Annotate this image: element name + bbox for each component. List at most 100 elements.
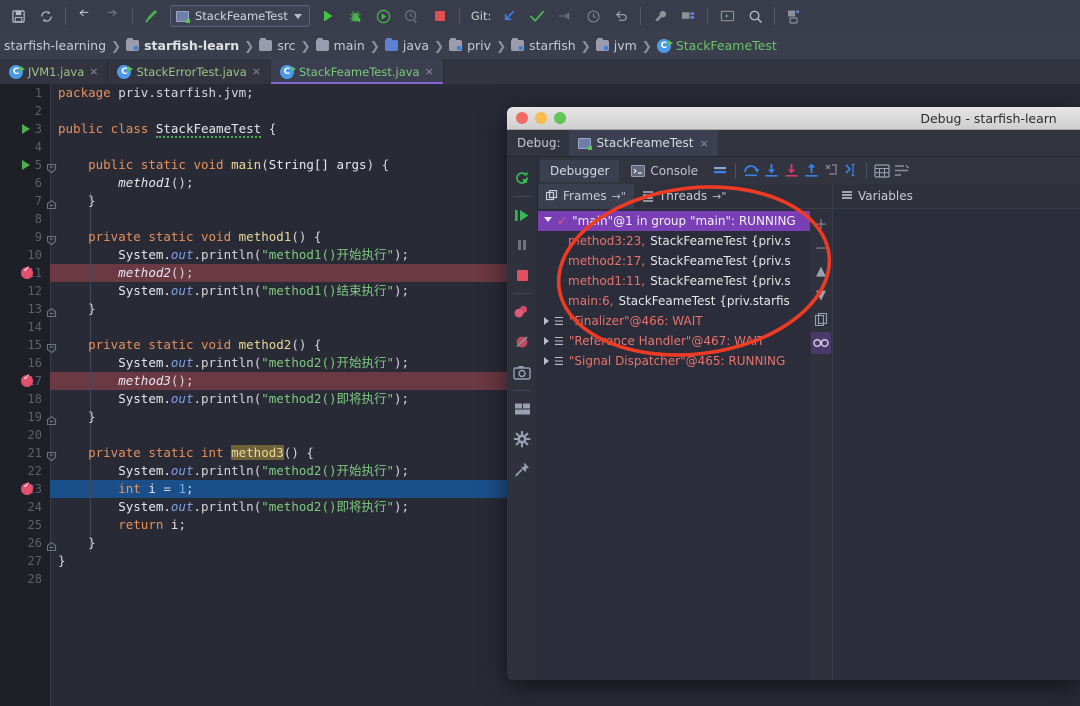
run-method-gutter-icon[interactable] <box>22 160 30 170</box>
fold-marker-icon[interactable] <box>46 231 57 242</box>
chevron-right-icon[interactable] <box>544 317 549 325</box>
tab-debugger[interactable]: Debugger <box>540 160 619 182</box>
close-icon[interactable]: × <box>252 65 261 78</box>
chevron-right-icon[interactable] <box>544 357 549 365</box>
stack-frame-row[interactable]: method1:11, StackFeameTest {priv.s <box>538 271 810 291</box>
breadcrumb-item-main[interactable]: main <box>312 38 369 53</box>
debug-window-titlebar[interactable]: Debug - starfish-learn <box>507 107 1080 130</box>
breadcrumb-item-java[interactable]: java <box>381 38 433 53</box>
sdk-icon[interactable] <box>780 3 808 29</box>
breakpoint-icon-line-23[interactable] <box>21 483 33 495</box>
update-project-icon[interactable] <box>495 3 523 29</box>
drop-frame-icon[interactable] <box>821 160 841 182</box>
run-icon[interactable] <box>314 3 342 29</box>
run-class-gutter-icon[interactable] <box>22 124 30 134</box>
run-anything-icon[interactable] <box>713 3 741 29</box>
save-icon[interactable] <box>4 3 32 29</box>
thread-row-finalizer[interactable]: ☰ "Finalizer"@466: WAIT <box>538 311 810 331</box>
stack-frame-row[interactable]: main:6, StackFeameTest {priv.starfis <box>538 291 810 311</box>
move-up-icon[interactable]: ▲ <box>811 260 831 282</box>
add-watch-icon[interactable]: ＋ <box>811 212 831 234</box>
view-breakpoints-icon[interactable] <box>508 297 536 327</box>
frames-list[interactable]: ✓ "main"@1 in group "main": RUNNING meth… <box>538 209 810 680</box>
project-structure-icon[interactable] <box>674 3 702 29</box>
editor-tab-stackerrortest[interactable]: C StackErrorTest.java × <box>108 59 271 84</box>
settings-gear-icon[interactable] <box>508 424 536 454</box>
debug-session-tab[interactable]: StackFeameTest × <box>569 130 718 156</box>
fold-marker-icon[interactable] <box>46 303 57 314</box>
search-icon[interactable] <box>741 3 769 29</box>
resume-program-icon[interactable] <box>508 200 536 230</box>
fold-marker-icon[interactable] <box>46 195 57 206</box>
show-execution-point-icon[interactable] <box>710 160 730 182</box>
fold-marker-icon[interactable] <box>46 159 57 170</box>
tab-threads[interactable]: Threads →" <box>634 184 735 208</box>
layout-settings-icon[interactable] <box>892 160 912 182</box>
profile-icon[interactable] <box>398 3 426 29</box>
editor-gutter[interactable]: 1 2 3 4 5 6 7 8 9 10 11 12 13 14 15 16 1… <box>0 84 50 706</box>
pin-tab-icon[interactable] <box>508 454 536 484</box>
close-icon[interactable]: × <box>425 65 434 78</box>
breadcrumb-item-jvm[interactable]: jvm <box>592 38 641 53</box>
step-over-icon[interactable] <box>741 160 761 182</box>
stack-frame-row[interactable]: method2:17, StackFeameTest {priv.s <box>538 251 810 271</box>
editor-tab-stackfeametest[interactable]: C StackFeameTest.java × <box>271 59 444 84</box>
restore-layout-icon[interactable] <box>508 394 536 424</box>
breadcrumb-item-class[interactable]: C StackFeameTest <box>653 38 781 53</box>
debug-icon[interactable] <box>342 3 370 29</box>
settings-wrench-icon[interactable] <box>646 3 674 29</box>
breadcrumb-item-project[interactable]: starfish-learning <box>0 38 110 53</box>
run-to-cursor-icon[interactable] <box>841 160 861 182</box>
thread-row-main[interactable]: ✓ "main"@1 in group "main": RUNNING <box>538 211 810 231</box>
variables-pane-header: Variables <box>833 184 1080 209</box>
pause-program-icon[interactable] <box>508 230 536 260</box>
inspect-icon[interactable] <box>811 332 831 354</box>
variables-content[interactable] <box>833 209 1080 680</box>
breadcrumb-item-src[interactable]: src <box>255 38 299 53</box>
tab-frames[interactable]: Frames →" <box>538 184 634 208</box>
breadcrumb-item-priv[interactable]: priv <box>445 38 495 53</box>
tab-variables[interactable]: Variables <box>833 184 921 208</box>
camera-icon[interactable] <box>508 357 536 387</box>
stop-icon[interactable] <box>426 3 454 29</box>
build-hammer-icon[interactable] <box>138 3 166 29</box>
run-coverage-icon[interactable] <box>370 3 398 29</box>
history-clock-icon[interactable] <box>579 3 607 29</box>
evaluate-expression-icon[interactable] <box>872 160 892 182</box>
debug-window[interactable]: Debug - starfish-learn Debug: StackFeame… <box>507 107 1080 680</box>
commit-check-icon[interactable] <box>523 3 551 29</box>
fold-marker-icon[interactable] <box>46 339 57 350</box>
step-out-icon[interactable] <box>801 160 821 182</box>
chevron-right-icon[interactable] <box>544 337 549 345</box>
forward-arrow-icon[interactable] <box>99 3 127 29</box>
fold-marker-icon[interactable] <box>46 447 57 458</box>
mute-breakpoints-icon[interactable] <box>508 327 536 357</box>
close-icon[interactable]: × <box>699 137 708 150</box>
fold-marker-icon[interactable] <box>46 411 57 422</box>
copy-icon[interactable] <box>811 308 831 330</box>
thread-label: "main"@1 in group "main": RUNNING <box>572 214 796 228</box>
tab-console[interactable]: Console <box>621 160 708 182</box>
run-configuration-selector[interactable]: StackFeameTest <box>170 5 310 27</box>
chevron-down-icon[interactable] <box>544 217 552 226</box>
rollback-icon[interactable] <box>607 3 635 29</box>
breadcrumb-item-starfish[interactable]: starfish <box>507 38 580 53</box>
sync-icon[interactable] <box>32 3 60 29</box>
remove-watch-icon[interactable]: － <box>811 236 831 258</box>
step-into-icon[interactable] <box>761 160 781 182</box>
breakpoint-icon-line-17[interactable] <box>21 375 33 387</box>
breadcrumb-item-module[interactable]: starfish-learn <box>122 38 243 53</box>
fold-marker-icon[interactable] <box>46 537 57 548</box>
close-icon[interactable]: × <box>89 65 98 78</box>
thread-row-reference-handler[interactable]: ☰ "Reference Handler"@467: WAIT <box>538 331 810 351</box>
back-arrow-icon[interactable] <box>71 3 99 29</box>
thread-row-signal-dispatcher[interactable]: ☰ "Signal Dispatcher"@465: RUNNING <box>538 351 810 371</box>
stop-icon[interactable] <box>508 260 536 290</box>
move-down-icon[interactable]: ▼ <box>811 284 831 306</box>
editor-tab-jvm1[interactable]: C JVM1.java × <box>0 59 108 84</box>
breakpoint-icon-line-11[interactable] <box>21 267 33 279</box>
stack-frame-row[interactable]: method3:23, StackFeameTest {priv.s <box>538 231 810 251</box>
rerun-icon[interactable] <box>508 163 536 193</box>
push-icon[interactable] <box>551 3 579 29</box>
force-step-into-icon[interactable] <box>781 160 801 182</box>
